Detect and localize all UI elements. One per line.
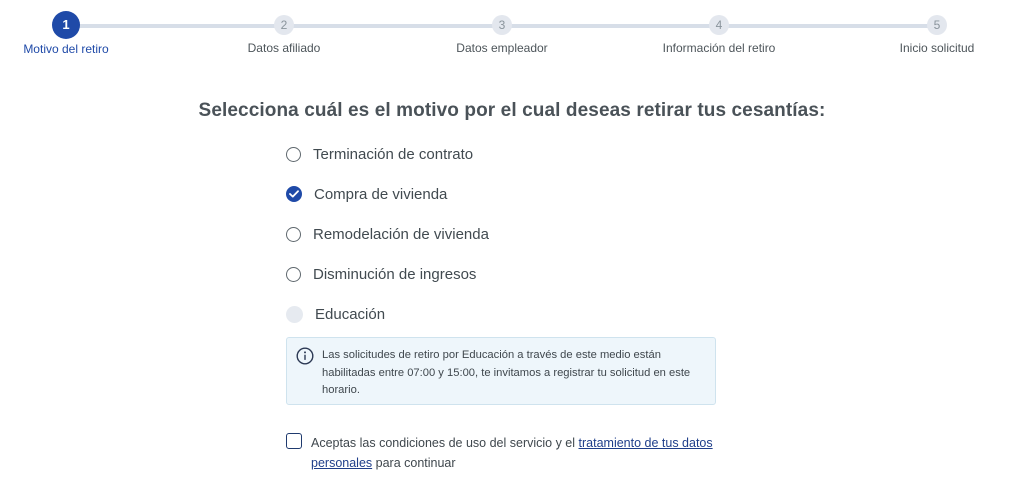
notice-text: Las solicitudes de retiro por Educación … — [322, 349, 691, 396]
radio-unchecked-icon[interactable] — [286, 146, 301, 162]
option-label: Remodelación de vivienda — [313, 225, 489, 243]
step-datos-afiliado: 2 Datos afiliado — [204, 0, 364, 55]
step-number: 2 — [274, 15, 294, 35]
option-educacion: Educación — [286, 302, 489, 326]
radio-checked-icon[interactable] — [286, 186, 302, 202]
terms-text: Aceptas las condiciones de uso del servi… — [311, 433, 731, 473]
terms-text-after: para continuar — [372, 456, 456, 470]
step-number: 5 — [927, 15, 947, 35]
step-label: Motivo del retiro — [23, 42, 109, 56]
withdrawal-reason-radio-group: Terminación de contrato Compra de vivien… — [286, 142, 489, 342]
radio-unchecked-icon[interactable] — [286, 266, 301, 282]
option-label: Compra de vivienda — [314, 185, 448, 203]
option-label: Disminución de ingresos — [313, 265, 477, 283]
info-icon — [296, 347, 314, 365]
radio-unchecked-icon[interactable] — [286, 226, 301, 242]
option-label: Terminación de contrato — [313, 145, 474, 163]
option-label: Educación — [315, 305, 386, 323]
step-label: Información del retiro — [662, 41, 776, 55]
terms-checkbox[interactable] — [286, 433, 302, 449]
progress-stepper: 1 Motivo del retiro 2 Datos afiliado 3 D… — [0, 0, 1024, 70]
step-label: Datos afiliado — [247, 41, 321, 55]
option-disminucion-de-ingresos[interactable]: Disminución de ingresos — [286, 262, 489, 286]
step-number: 3 — [492, 15, 512, 35]
step-label: Datos empleador — [456, 41, 548, 55]
step-motivo-del-retiro: 1 Motivo del retiro — [0, 0, 146, 56]
option-compra-de-vivienda[interactable]: Compra de vivienda — [286, 182, 489, 206]
step-datos-empleador: 3 Datos empleador — [422, 0, 582, 55]
step-inicio-solicitud: 5 Inicio solicitud — [857, 0, 1017, 55]
education-schedule-notice: Las solicitudes de retiro por Educación … — [286, 337, 716, 405]
checkmark-icon — [289, 190, 299, 198]
step-number: 4 — [709, 15, 729, 35]
step-number: 1 — [52, 11, 80, 39]
step-informacion-del-retiro: 4 Información del retiro — [639, 0, 799, 55]
page-title: Selecciona cuál es el motivo por el cual… — [198, 100, 826, 121]
terms-text-before: Aceptas las condiciones de uso del servi… — [311, 436, 579, 450]
step-label: Inicio solicitud — [899, 41, 975, 55]
option-terminacion-de-contrato[interactable]: Terminación de contrato — [286, 142, 489, 166]
option-remodelacion-de-vivienda[interactable]: Remodelación de vivienda — [286, 222, 489, 246]
radio-disabled-icon — [286, 305, 303, 323]
